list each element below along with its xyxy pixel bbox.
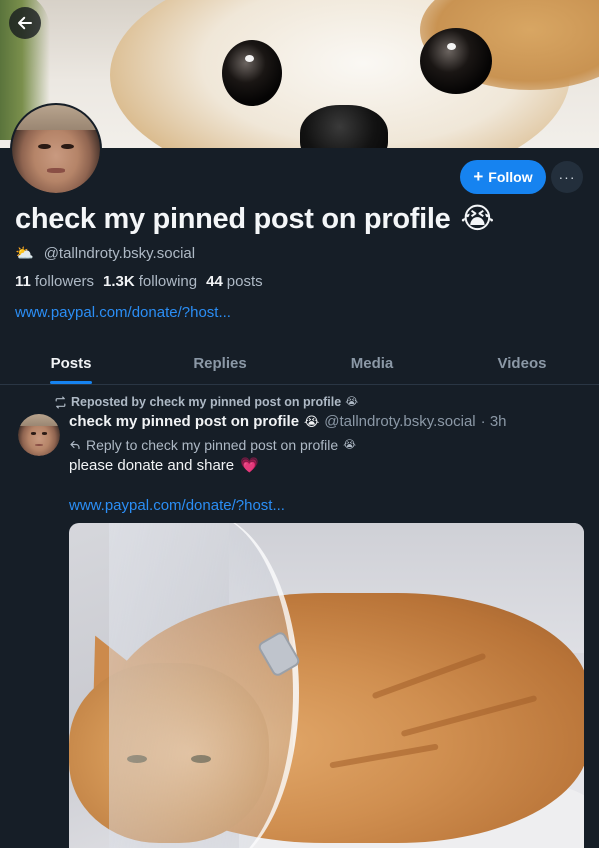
sun-emoji: ⛅: [15, 245, 34, 262]
active-tab-indicator: [50, 381, 92, 384]
banner-dog-eye: [222, 40, 282, 106]
post-body-text: please donate and share 💗: [69, 457, 259, 474]
post-author-handle[interactable]: @tallndroty.bsky.social: [324, 413, 475, 430]
back-arrow-icon: [18, 16, 32, 30]
tab-posts[interactable]: Posts: [50, 342, 92, 384]
pink-heart-emoji: 💗: [240, 457, 259, 474]
profile-tabs: Posts Replies Media Videos: [0, 342, 599, 385]
followers-stat[interactable]: 11 followers: [15, 273, 94, 290]
repost-label: Reposted by check my pinned post on prof…: [71, 395, 342, 409]
crying-face-emoji: 😭: [460, 203, 495, 235]
post-link[interactable]: www.paypal.com/donate/?host...: [69, 497, 285, 514]
more-icon: ···: [558, 169, 576, 185]
avatar-photo: [12, 105, 100, 193]
banner-dog-eye: [420, 28, 492, 94]
avatar-photo: [18, 414, 60, 456]
reply-label: Reply to check my pinned post on profile: [86, 437, 339, 453]
posts-stat: 44 posts: [206, 273, 263, 290]
tab-media[interactable]: Media: [343, 342, 401, 384]
profile-display-name: check my pinned post on profile 😭: [15, 203, 494, 236]
crying-face-emoji: 😭: [345, 395, 359, 408]
post-timestamp[interactable]: · 3h: [481, 413, 507, 430]
profile-handle: @tallndroty.bsky.social: [43, 245, 196, 262]
post-text: please donate and share: [69, 457, 235, 474]
crying-face-emoji: 😭: [343, 438, 356, 451]
photo-cone-collar: [109, 523, 299, 848]
reply-icon: [70, 440, 80, 450]
profile-bio-link[interactable]: www.paypal.com/donate/?host...: [15, 304, 231, 321]
profile-avatar[interactable]: [10, 103, 102, 195]
post-author-name[interactable]: check my pinned post on profile: [69, 413, 299, 430]
repost-icon: [55, 395, 66, 409]
repost-indicator[interactable]: Reposted by check my pinned post on prof…: [54, 395, 358, 409]
post-author-avatar[interactable]: [18, 414, 60, 456]
reply-indicator[interactable]: Reply to check my pinned post on profile…: [69, 437, 356, 453]
profile-stats: 11 followers 1.3K following 44 posts: [15, 273, 263, 290]
follow-button[interactable]: + Follow: [460, 160, 546, 194]
tab-replies[interactable]: Replies: [188, 342, 252, 384]
back-button[interactable]: [9, 7, 41, 39]
plus-icon: +: [473, 167, 484, 186]
display-name-text: check my pinned post on profile: [15, 203, 451, 235]
more-options-button[interactable]: ···: [551, 161, 583, 193]
tab-videos[interactable]: Videos: [492, 342, 552, 384]
post-image[interactable]: [69, 523, 584, 848]
profile-handle-row: ⛅ @tallndroty.bsky.social: [15, 245, 195, 262]
banner-dog-nose: [300, 105, 388, 148]
crying-face-emoji: 😭: [304, 414, 320, 429]
post-header: check my pinned post on profile 😭 @talln…: [69, 413, 507, 430]
follow-label: Follow: [488, 169, 533, 185]
following-stat[interactable]: 1.3K following: [103, 273, 197, 290]
